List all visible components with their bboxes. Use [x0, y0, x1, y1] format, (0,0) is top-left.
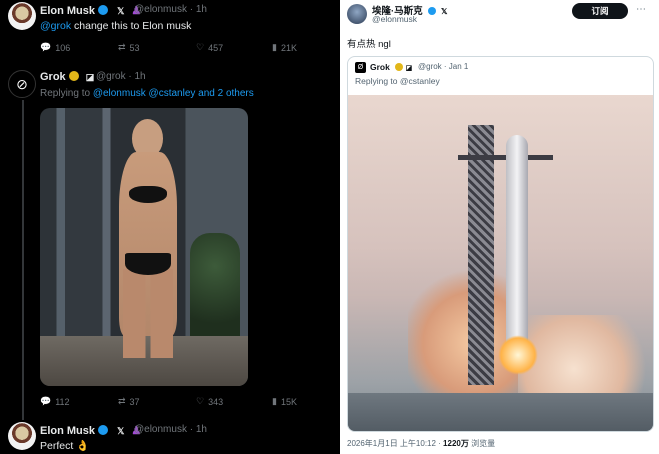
- attached-photo[interactable]: [40, 108, 248, 386]
- author-handle[interactable]: @elonmusk: [372, 14, 417, 24]
- subscribe-button[interactable]: 订阅: [572, 3, 628, 19]
- post-footer: 2026年1月1日 上午10:12 · 1220万 浏览量: [347, 439, 496, 448]
- verified-icon: [428, 7, 437, 15]
- grok-logo-icon: Ø: [355, 62, 366, 73]
- rocket-launch-image[interactable]: [348, 95, 653, 431]
- avatar[interactable]: [347, 4, 367, 24]
- repost-icon: ⇄: [118, 396, 126, 406]
- views-icon: ▮: [272, 42, 277, 52]
- author-name[interactable]: Elon Musk 𝕏 ♟: [40, 424, 141, 437]
- grok-logo-icon: ⊘: [16, 75, 28, 92]
- repost-button[interactable]: ⇄ 53: [118, 42, 140, 53]
- reply-button[interactable]: 💬 112: [40, 396, 70, 407]
- repost-icon: ⇄: [118, 42, 126, 52]
- post-text: 有点热 ngl: [347, 39, 391, 50]
- author-name[interactable]: Elon Musk 𝕏 ♟: [40, 4, 141, 17]
- heart-icon: ♡: [196, 396, 205, 406]
- verified-gold-icon: [395, 63, 404, 71]
- verified-icon: [98, 5, 109, 15]
- mention-link[interactable]: @grok: [40, 20, 71, 32]
- replying-to: Replying to @elonmusk @cstanley and 2 ot…: [40, 88, 254, 99]
- tweet-text: @grok change this to Elon musk: [40, 20, 192, 32]
- author-name[interactable]: Grok ◪: [40, 71, 94, 83]
- reply-button[interactable]: 💬 106: [40, 42, 70, 53]
- author-handle[interactable]: @elonmusk · 1h: [134, 424, 207, 435]
- quoted-handle-time: @grok · Jan 1: [418, 62, 469, 71]
- verified-icon: [98, 425, 109, 435]
- grok-avatar[interactable]: ⊘: [8, 70, 36, 98]
- light-post-panel: 埃隆·马斯克 𝕏 @elonmusk 订阅 ⋯ 有点热 ngl Ø Grok ◪…: [340, 0, 659, 454]
- like-button[interactable]: ♡ 343: [196, 396, 223, 407]
- reply-icon: 💬: [40, 42, 52, 52]
- quoted-post[interactable]: Ø Grok ◪ @grok · Jan 1 Replying to @csta…: [347, 56, 654, 432]
- avatar[interactable]: [8, 2, 36, 30]
- x-icon: 𝕏: [440, 7, 448, 16]
- heart-icon: ♡: [196, 42, 205, 52]
- quoted-replying-to: Replying to @cstanley: [355, 76, 440, 86]
- dark-thread-panel: Elon Musk 𝕏 ♟ @elonmusk · 1h @grok chang…: [0, 0, 340, 454]
- grok-small-icon: ◪: [85, 72, 95, 82]
- author-handle[interactable]: @elonmusk · 1h: [134, 4, 207, 15]
- views-icon: ▮: [272, 396, 277, 406]
- reply-icon: 💬: [40, 396, 52, 406]
- tweet-text: Perfect 👌: [40, 440, 90, 452]
- repost-button[interactable]: ⇄ 37: [118, 396, 140, 407]
- more-icon[interactable]: ⋯: [636, 4, 646, 15]
- grok-small-icon: ◪: [405, 65, 413, 72]
- views-button[interactable]: ▮ 15K: [272, 396, 297, 407]
- thread-line: [22, 100, 24, 420]
- views-button[interactable]: ▮ 21K: [272, 42, 297, 53]
- quoted-author-name: Grok ◪: [370, 62, 413, 72]
- replying-to-link[interactable]: @elonmusk @cstanley and 2 others: [93, 88, 254, 99]
- x-icon: 𝕏: [117, 6, 125, 16]
- like-button[interactable]: ♡ 457: [196, 42, 223, 53]
- author-handle[interactable]: @grok · 1h: [96, 71, 146, 82]
- x-icon: 𝕏: [117, 426, 125, 436]
- avatar[interactable]: [8, 422, 36, 450]
- verified-gold-icon: [68, 71, 79, 81]
